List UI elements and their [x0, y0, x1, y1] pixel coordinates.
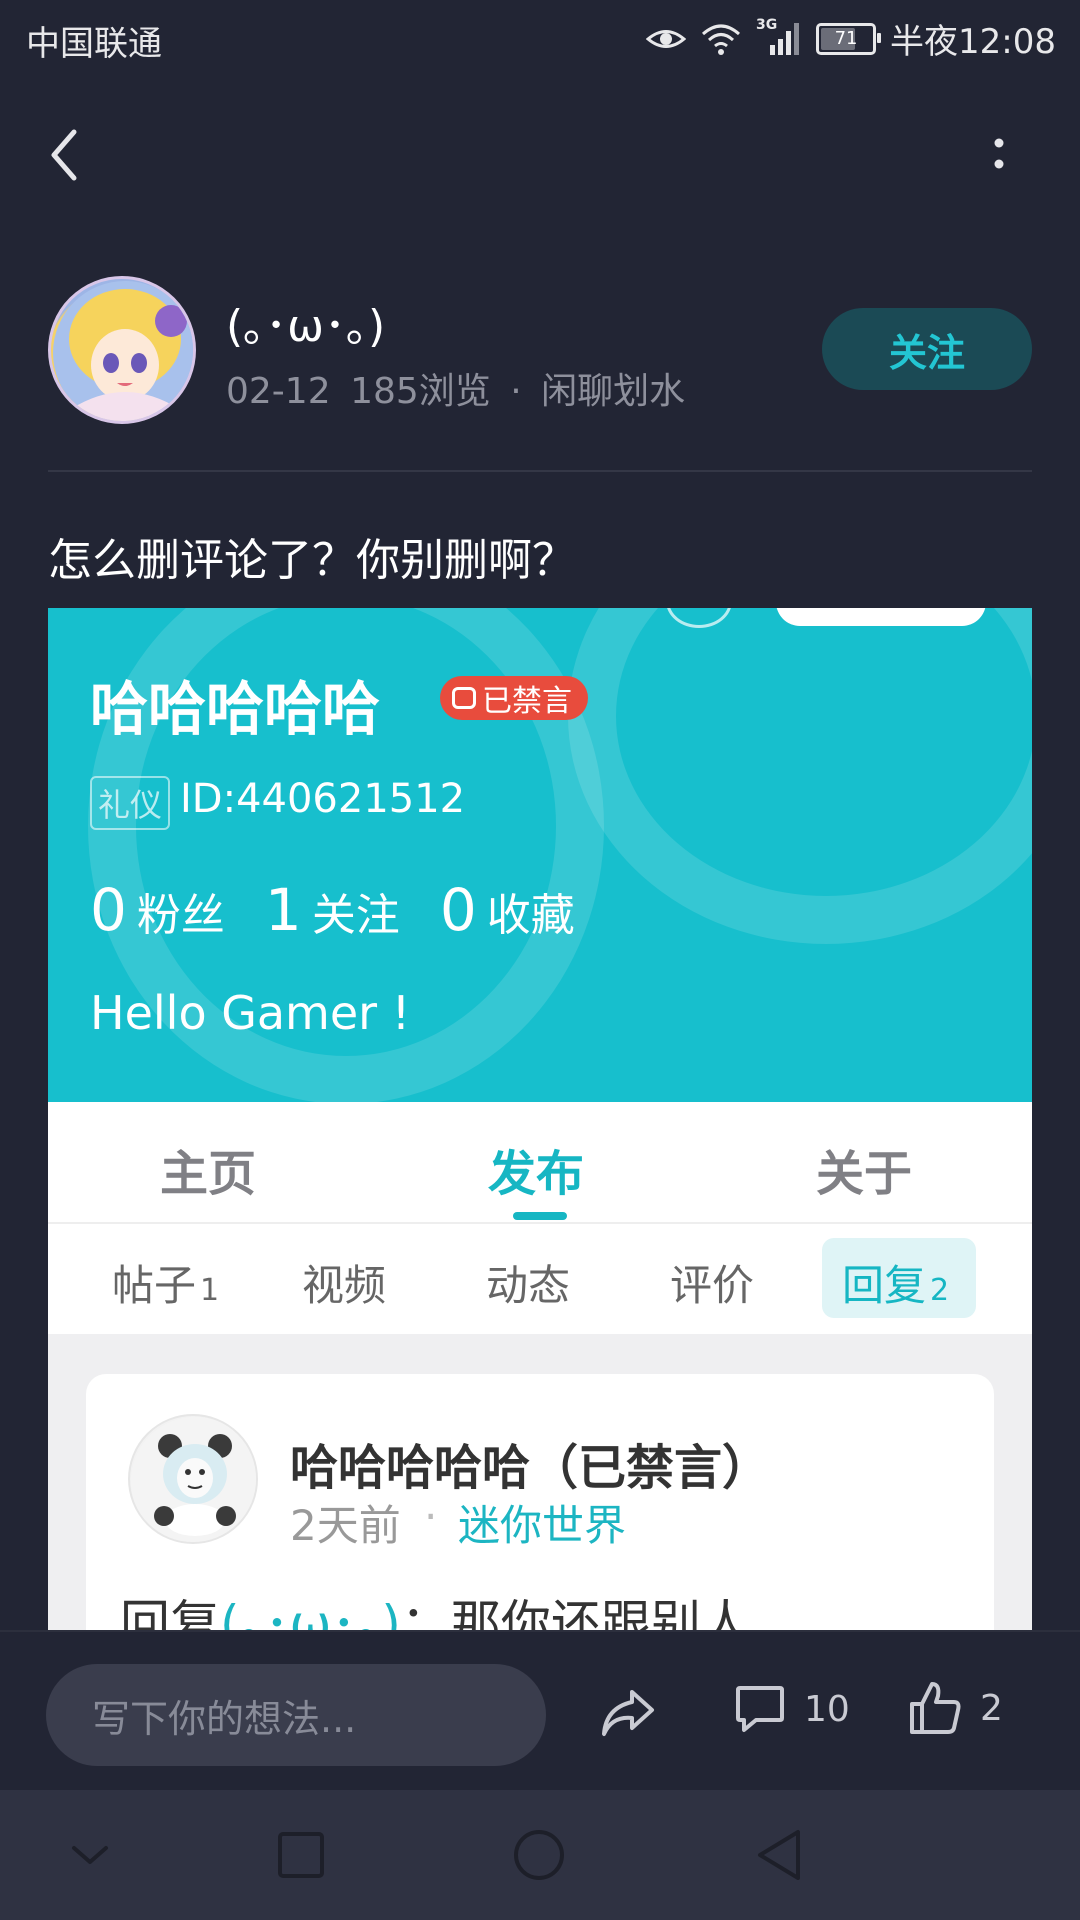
tab-publish: 发布 [488, 1146, 585, 1202]
follow-button[interactable]: 关注 [822, 308, 1032, 390]
more-vertical-icon [994, 138, 1004, 169]
profile-sub-tabs: 帖子 1 视频 动态 评价 回复 2 [48, 1222, 1032, 1334]
hide-nav-button[interactable] [66, 1830, 114, 1884]
view-count: 185浏览 [350, 371, 491, 412]
meta-separator: · [510, 371, 522, 412]
tab-home: 主页 [160, 1146, 257, 1202]
bottom-action-bar: 写下你的想法... 10 2 [0, 1630, 1080, 1792]
sub-tab-count: 2 [930, 1273, 950, 1308]
banned-badge-label: 已禁言 [482, 684, 572, 719]
sub-tab-moments: 动态 [486, 1252, 570, 1313]
post-body-text: 怎么删评论了？你别删啊？ [48, 535, 576, 586]
carrier-label: 中国联通 [26, 24, 162, 64]
eye-icon [646, 29, 687, 48]
author-name[interactable]: (｡･ω･｡) [226, 290, 385, 354]
sub-tab-label: 帖子 [112, 1261, 197, 1310]
network-type-label: 3G [756, 16, 778, 33]
status-bar: 中国联通 3G 71 半夜12:08 [0, 0, 1080, 76]
back-button[interactable] [40, 120, 88, 190]
reply-avatar [128, 1414, 258, 1544]
reply-text: 回复(｡･ω･｡)：那你还跟别人 [120, 1584, 751, 1630]
banned-badge: 已禁言 [440, 676, 588, 720]
reply-dot: · [424, 1492, 438, 1541]
signal-icon: 3G [756, 17, 802, 57]
sub-tab-label: 动态 [486, 1261, 571, 1310]
mute-icon [452, 687, 476, 709]
status-icons: 3G 71 半夜12:08 [646, 14, 1056, 63]
profile-bio: Hello Gamer ! [90, 986, 411, 1040]
etiquette-tag: 礼仪 [90, 776, 171, 830]
wifi-icon [702, 24, 741, 55]
post-meta: 02-12 185浏览 · 闲聊划水 [226, 362, 685, 414]
profile-header: 哈哈哈哈哈 已禁言 礼仪 ID:440621512 0 粉丝 1 关注 0 收藏 He… [48, 608, 1032, 1102]
like-button[interactable]: 2 [908, 1680, 1003, 1736]
profile-tabs: 主页 发布 关于 [48, 1102, 1032, 1222]
sub-tab-count: 1 [200, 1273, 220, 1308]
share-button[interactable] [598, 1682, 658, 1742]
stat-following: 1 关注 [265, 876, 400, 944]
stat-label: 粉丝 [136, 890, 225, 941]
tab-about: 关于 [816, 1146, 913, 1202]
chevron-left-icon [51, 129, 77, 181]
share-icon [602, 1690, 654, 1736]
watermark-shape [568, 608, 1032, 944]
sub-tab-replies: 回复 2 [842, 1252, 949, 1313]
stat-favorites: 0 收藏 [440, 876, 575, 944]
sub-tab-posts: 帖子 1 [112, 1252, 219, 1313]
sub-tab-videos: 视频 [302, 1252, 386, 1313]
comment-button[interactable]: 10 [734, 1682, 850, 1736]
stat-number: 1 [264, 876, 302, 944]
thumbs-up-icon [910, 1682, 961, 1734]
stat-label: 收藏 [486, 890, 575, 941]
sub-tab-label: 回复 [842, 1261, 927, 1310]
comment-count: 10 [804, 1688, 850, 1730]
system-nav-bar [0, 1790, 1080, 1920]
triangle-back-icon [758, 1830, 800, 1880]
reply-mention: (｡･ω･｡) [220, 1595, 401, 1630]
square-icon [278, 1832, 324, 1878]
panda-avatar-illustration [131, 1417, 256, 1542]
post-category[interactable]: 闲聊划水 [541, 371, 685, 412]
comment-input[interactable]: 写下你的想法... [46, 1664, 546, 1766]
system-back-button[interactable] [754, 1828, 804, 1886]
battery-level: 71 [834, 28, 858, 49]
profile-stats: 0 粉丝 1 关注 0 收藏 [90, 876, 575, 944]
reply-suffix: ：那你还跟别人 [400, 1595, 751, 1630]
comment-icon [736, 1686, 784, 1732]
circle-icon [514, 1830, 564, 1880]
more-options-button[interactable] [982, 130, 1016, 180]
post-date: 02-12 [226, 371, 331, 412]
header-pill-shape [776, 608, 986, 626]
avatar-illustration [53, 281, 193, 421]
stat-label: 关注 [311, 890, 400, 941]
profile-username: 哈哈哈哈哈 [90, 675, 381, 743]
sub-tab-label: 评价 [670, 1261, 755, 1310]
active-tab-indicator [513, 1212, 567, 1220]
like-count: 2 [980, 1687, 1003, 1729]
chevron-down-icon [72, 1846, 108, 1864]
stat-fans: 0 粉丝 [90, 876, 225, 944]
stat-number: 0 [439, 876, 477, 944]
recents-button[interactable] [276, 1830, 326, 1884]
reply-card: 哈哈哈哈哈（已禁言） 2天前 · 迷你世界 回复(｡･ω･｡)：那你还跟别人 [86, 1374, 994, 1630]
post-image[interactable]: 哈哈哈哈哈 已禁言 礼仪 ID:440621512 0 粉丝 1 关注 0 收藏 He… [48, 608, 1032, 1630]
clock: 半夜12:08 [890, 22, 1056, 62]
profile-id: ID:440621512 [180, 776, 466, 822]
reply-author-name: 哈哈哈哈哈（已禁言） [290, 1440, 771, 1496]
reply-game-tag: 迷你世界 [458, 1501, 627, 1550]
sub-tab-reviews: 评价 [670, 1252, 754, 1313]
stat-number: 0 [90, 876, 127, 944]
author-avatar[interactable] [48, 276, 196, 424]
sub-tab-label: 视频 [302, 1261, 387, 1310]
reply-prefix: 回复 [120, 1595, 220, 1630]
reply-time: 2天前 [290, 1501, 401, 1550]
divider [48, 470, 1032, 472]
battery-icon: 71 [816, 22, 882, 55]
home-button[interactable] [512, 1828, 566, 1886]
